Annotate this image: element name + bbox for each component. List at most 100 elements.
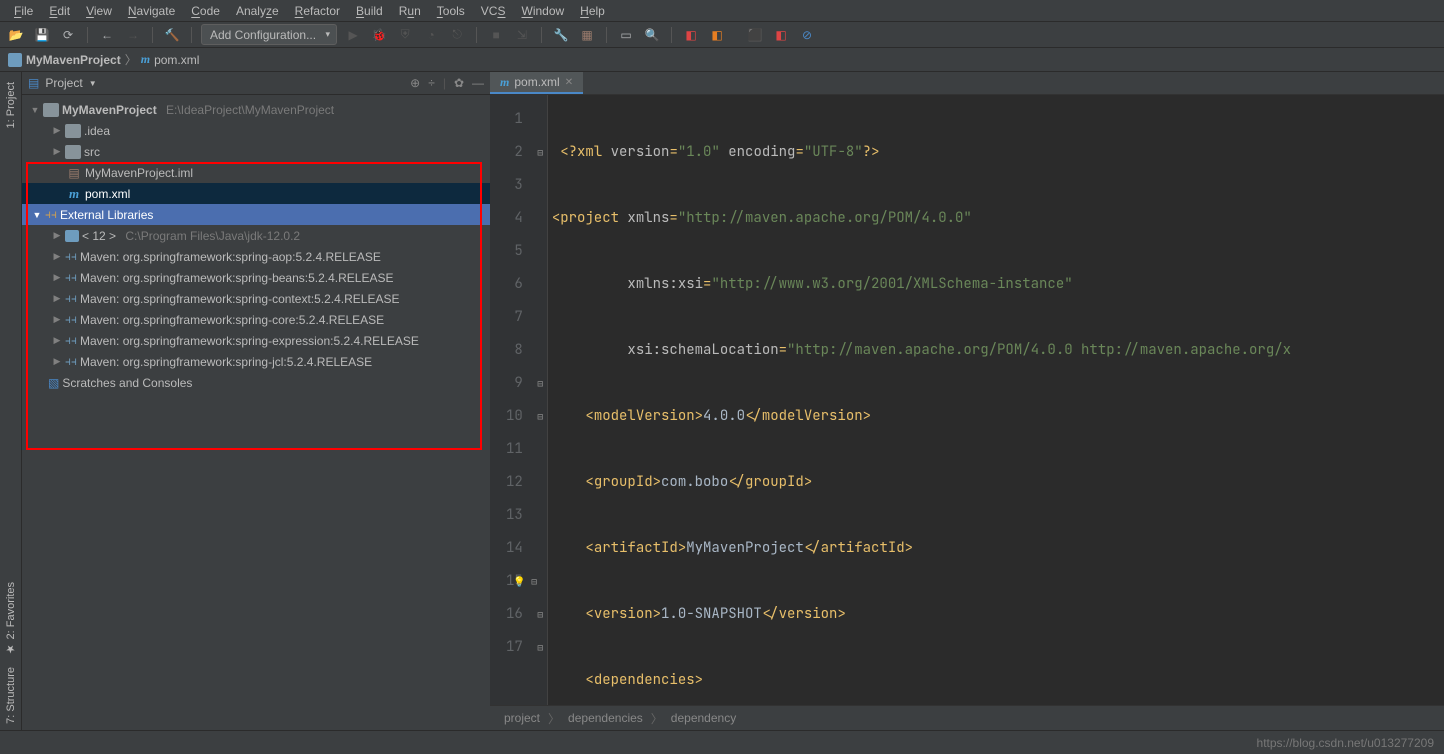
menu-help[interactable]: Help [572, 4, 613, 18]
maven-lib-icon: ⫞⫞ [65, 312, 77, 327]
menu-window[interactable]: Window [513, 4, 572, 18]
sdk-icon[interactable]: ▭ [616, 25, 636, 45]
menu-file[interactable]: File [6, 4, 41, 18]
tree-iml[interactable]: ▤ MyMavenProject.iml [22, 162, 490, 183]
code-editor[interactable]: 1234567891011121314151617 ⊟⊟⊟⊟ 💡⊟⊟ <?xml… [490, 95, 1444, 705]
tree-lib[interactable]: ▶⫞⫞Maven: org.springframework:spring-bea… [22, 267, 490, 288]
attach-icon[interactable]: ⇲ [512, 25, 532, 45]
menu-build[interactable]: Build [348, 4, 391, 18]
back-icon[interactable]: ← [97, 25, 117, 45]
arrow-right-icon[interactable]: ▶ [52, 356, 62, 367]
tab-pom[interactable]: m pom.xml ✕ [490, 72, 583, 94]
build-icon[interactable]: 🔨 [162, 25, 182, 45]
fold-column[interactable]: ⊟⊟⊟⊟ 💡⊟⊟ [534, 95, 548, 705]
menu-run[interactable]: Run [391, 4, 429, 18]
arrow-down-icon[interactable]: ▼ [30, 105, 40, 115]
folder-icon [43, 103, 59, 117]
chevron-right-icon: 〉 [125, 51, 137, 68]
project-tree[interactable]: ▼ MyMavenProject E:\IdeaProject\MyMavenP… [22, 95, 490, 730]
target-icon[interactable]: ⊕ [410, 76, 420, 90]
search-icon[interactable]: 🔍 [642, 25, 662, 45]
chevron-right-icon: 〉 [548, 710, 560, 727]
arrow-right-icon[interactable]: ▶ [52, 314, 62, 325]
arrow-right-icon[interactable]: ▶ [52, 335, 62, 346]
wrench-icon[interactable]: 🔧 [551, 25, 571, 45]
menu-analyze[interactable]: Analyze [228, 4, 287, 18]
arrow-right-icon[interactable]: ▶ [52, 125, 62, 136]
save-icon[interactable]: 💾 [32, 25, 52, 45]
nav-dep[interactable]: dependency [671, 711, 736, 725]
menu-refactor[interactable]: Refactor [287, 4, 348, 18]
arrow-right-icon[interactable]: ▶ [52, 293, 62, 304]
maven-icon: m [66, 187, 82, 201]
tree-ext-libs[interactable]: ▼ ⫞⫞ External Libraries [22, 204, 490, 225]
tree-root[interactable]: ▼ MyMavenProject E:\IdeaProject\MyMavenP… [22, 99, 490, 120]
deny-icon[interactable]: ⊘ [797, 25, 817, 45]
tree-idea[interactable]: ▶ .idea [22, 120, 490, 141]
forward-icon[interactable]: → [123, 25, 143, 45]
tree-jdk[interactable]: ▶ < 12 > C:\Program Files\Java\jdk-12.0.… [22, 225, 490, 246]
tree-lib[interactable]: ▶⫞⫞Maven: org.springframework:spring-aop… [22, 246, 490, 267]
profile-icon[interactable]: ◔ [421, 25, 441, 45]
status-bar: https://blog.csdn.net/u013277209 [0, 730, 1444, 754]
code-content[interactable]: <?xml version="1.0" encoding="UTF-8"?> <… [548, 95, 1444, 705]
menu-navigate[interactable]: Navigate [120, 4, 183, 18]
project-panel: ▤ Project ▼ ⊕ ÷ | ✿ — ▼ MyMavenProject E… [22, 72, 490, 730]
menu-edit[interactable]: Edit [41, 4, 78, 18]
arrow-right-icon[interactable]: ▶ [52, 146, 62, 157]
gear-icon[interactable]: ✿ [454, 76, 464, 90]
tree-lib[interactable]: ▶⫞⫞Maven: org.springframework:spring-con… [22, 288, 490, 309]
tree-lib[interactable]: ▶⫞⫞Maven: org.springframework:spring-jcl… [22, 351, 490, 372]
run-icon[interactable]: ▶ [343, 25, 363, 45]
concurrency-icon[interactable]: ⎋ [447, 25, 467, 45]
menu-code[interactable]: Code [183, 4, 228, 18]
menu-view[interactable]: View [78, 4, 120, 18]
tab-favorites[interactable]: ★ 2: Favorites [2, 576, 19, 662]
chevron-down-icon[interactable]: ▼ [89, 79, 97, 88]
debug-icon[interactable]: 🐞 [369, 25, 389, 45]
file-icon: ▤ [66, 166, 82, 180]
minimize-icon[interactable]: — [472, 76, 484, 90]
run-config-select[interactable]: Add Configuration... [201, 24, 337, 45]
tree-scratches[interactable]: ▧ Scratches and Consoles [22, 372, 490, 393]
crumb-file[interactable]: pom.xml [154, 53, 199, 67]
maven-lib-icon: ⫞⫞ [65, 354, 77, 369]
arrow-right-icon[interactable]: ▶ [52, 272, 62, 283]
jdk-icon [65, 230, 79, 242]
ext3-icon[interactable]: ⬛ [745, 25, 765, 45]
tree-lib[interactable]: ▶⫞⫞Maven: org.springframework:spring-cor… [22, 309, 490, 330]
tab-structure[interactable]: 7: Structure [3, 661, 19, 730]
nav-project[interactable]: project [504, 711, 540, 725]
folder-icon [65, 124, 81, 138]
breadcrumb: MyMavenProject 〉 m pom.xml [0, 48, 1444, 72]
collapse-icon[interactable]: ÷ [428, 76, 435, 90]
open-icon[interactable]: 📂 [6, 25, 26, 45]
library-icon: ⫞⫞ [45, 207, 57, 222]
bulb-icon[interactable]: 💡 [513, 565, 525, 598]
arrow-right-icon[interactable]: ▶ [52, 230, 62, 241]
menu-tools[interactable]: Tools [429, 4, 473, 18]
arrow-down-icon[interactable]: ▼ [32, 210, 42, 220]
ext1-icon[interactable]: ◧ [681, 25, 701, 45]
tree-pom[interactable]: m pom.xml [22, 183, 490, 204]
maven-lib-icon: ⫞⫞ [65, 333, 77, 348]
structure-icon[interactable]: ▦ [577, 25, 597, 45]
stop-icon[interactable]: ■ [486, 25, 506, 45]
tree-lib[interactable]: ▶⫞⫞Maven: org.springframework:spring-exp… [22, 330, 490, 351]
panel-title[interactable]: Project [45, 76, 82, 90]
tab-project[interactable]: 1: Project [3, 76, 19, 134]
gutter: 1234567891011121314151617 [490, 95, 534, 705]
status-url: https://blog.csdn.net/u013277209 [1257, 736, 1434, 750]
coverage-icon[interactable]: ⛨ [395, 25, 415, 45]
ext4-icon[interactable]: ◧ [771, 25, 791, 45]
tree-src[interactable]: ▶ src [22, 141, 490, 162]
arrow-right-icon[interactable]: ▶ [52, 251, 62, 262]
folder-icon [65, 145, 81, 159]
close-icon[interactable]: ✕ [565, 77, 573, 88]
ext2-icon[interactable]: ◧ [707, 25, 727, 45]
panel-header: ▤ Project ▼ ⊕ ÷ | ✿ — [22, 72, 490, 95]
menu-vcs[interactable]: VCS [473, 4, 514, 18]
refresh-icon[interactable]: ⟳ [58, 25, 78, 45]
crumb-project[interactable]: MyMavenProject [8, 53, 121, 67]
nav-deps[interactable]: dependencies [568, 711, 643, 725]
